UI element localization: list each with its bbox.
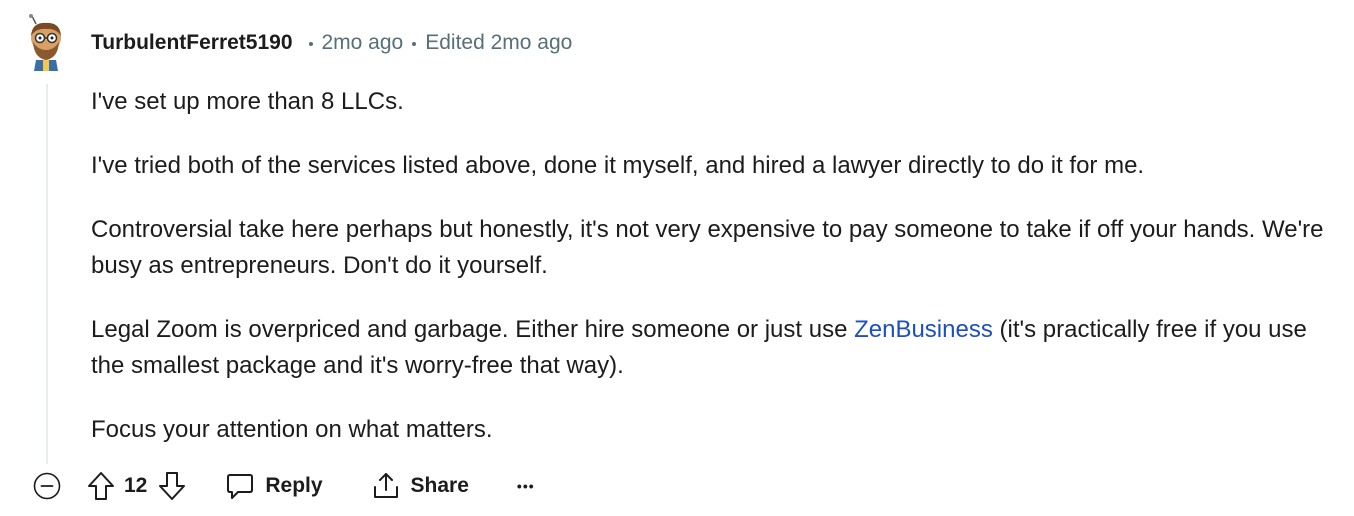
reply-button[interactable]: Reply — [225, 471, 323, 501]
share-button[interactable]: Share — [371, 471, 469, 501]
collapse-button[interactable] — [30, 469, 64, 503]
reply-label: Reply — [265, 474, 323, 497]
comment-paragraph: Legal Zoom is overpriced and garbage. Ei… — [91, 312, 1336, 384]
comment-paragraph: Focus your attention on what matters. — [91, 416, 493, 443]
comment-author[interactable]: TurbulentFerret5190 — [91, 31, 293, 55]
more-options-button[interactable]: ••• — [517, 478, 535, 494]
vote-score: 12 — [124, 474, 148, 497]
share-label: Share — [410, 474, 469, 497]
downvote-button[interactable] — [157, 470, 187, 502]
share-upload-icon — [373, 473, 398, 498]
more-options-icon: ••• — [516, 478, 535, 494]
comment-timestamp[interactable]: 2mo ago — [322, 31, 404, 55]
upvote-button[interactable] — [86, 470, 116, 502]
comment-action-bar: 12 Reply Share ••• — [30, 462, 535, 510]
upvote-arrow-icon — [88, 472, 114, 500]
comment-body: I've set up more than 8 LLCs. I've tried… — [91, 84, 1336, 476]
comment-paragraph: I've set up more than 8 LLCs. — [91, 88, 404, 115]
vote-controls: 12 — [86, 470, 187, 502]
paragraph-text: Legal Zoom is overpriced and garbage. Ei… — [91, 316, 855, 343]
collapse-minus-icon — [33, 472, 61, 500]
comment-paragraph: Controversial take here perhaps but hone… — [91, 216, 1324, 279]
user-avatar[interactable] — [22, 14, 70, 72]
separator-dot — [308, 42, 313, 46]
comment-header: TurbulentFerret5190 2mo ago Edited 2mo a… — [91, 29, 572, 57]
downvote-arrow-icon — [159, 472, 186, 500]
speech-bubble-icon — [227, 474, 254, 499]
comment-paragraph: I've tried both of the services listed a… — [91, 152, 1145, 179]
zenbusiness-link[interactable]: ZenBusiness — [854, 316, 993, 343]
ferret-avatar-icon — [29, 14, 61, 71]
separator-dot — [412, 42, 417, 46]
edited-label: Edited 2mo ago — [425, 31, 573, 54]
thread-line[interactable] — [46, 84, 48, 464]
